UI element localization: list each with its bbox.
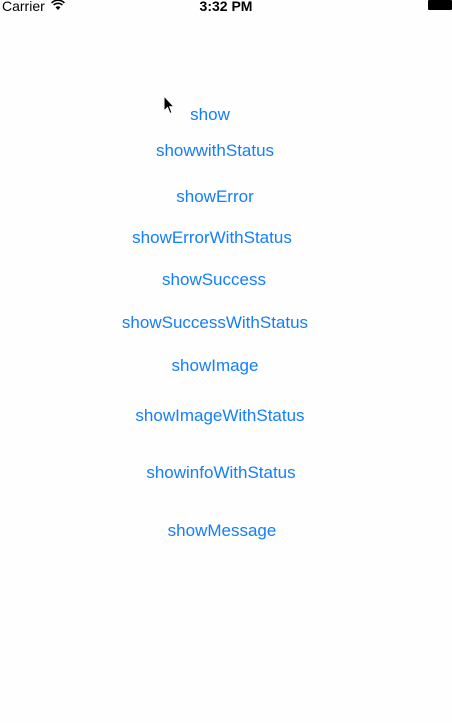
show-message-button[interactable]: showMessage: [0, 519, 448, 543]
status-bar: Carrier 3:32 PM: [0, 0, 452, 14]
battery-icon: [428, 0, 452, 10]
show-success-button[interactable]: showSuccess: [0, 268, 440, 292]
show-image-with-status-button[interactable]: showImageWithStatus: [0, 404, 446, 428]
show-info-with-status-button[interactable]: showinfoWithStatus: [0, 461, 447, 485]
show-error-with-status-button[interactable]: showErrorWithStatus: [0, 226, 438, 250]
show-success-with-status-button[interactable]: showSuccessWithStatus: [0, 311, 441, 335]
show-error-button[interactable]: showError: [0, 185, 441, 209]
show-button[interactable]: show: [0, 103, 436, 127]
status-time: 3:32 PM: [199, 0, 253, 14]
show-with-status-button[interactable]: showwithStatus: [0, 139, 441, 163]
app-screen: Carrier 3:32 PM show showwithStatus show…: [0, 0, 452, 723]
show-image-button[interactable]: showImage: [0, 354, 441, 378]
